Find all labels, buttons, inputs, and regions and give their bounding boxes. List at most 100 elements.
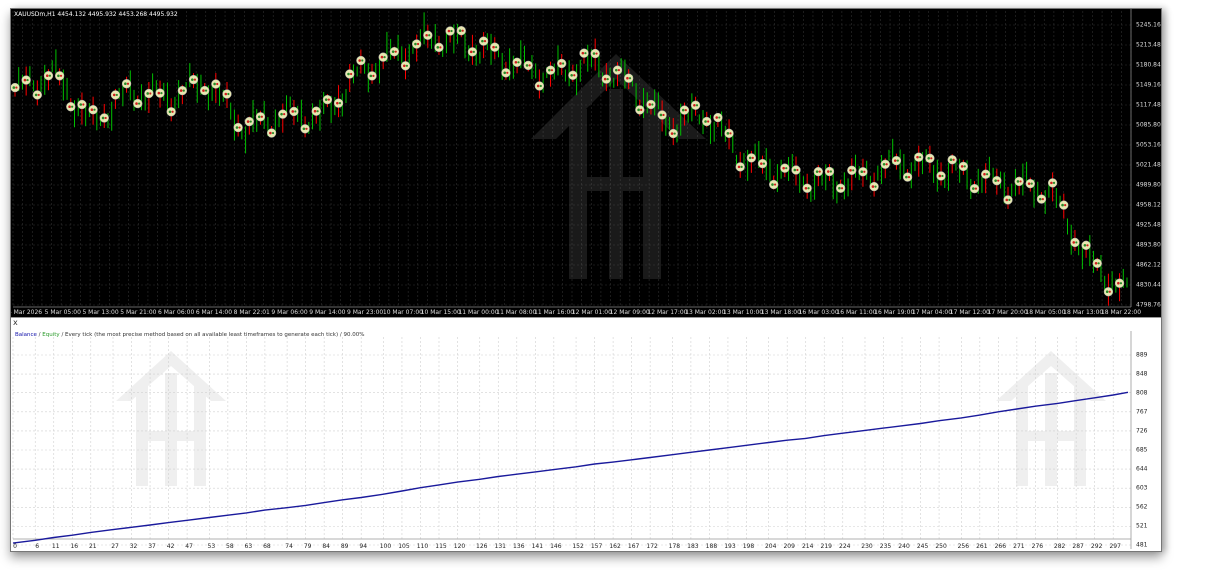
trade-marker: [981, 169, 991, 179]
trade-marker: [1047, 178, 1058, 188]
trade-marker: [992, 176, 1002, 186]
trade-marker: [77, 99, 87, 110]
trade-marker: [746, 153, 757, 163]
panel-separator[interactable]: x: [11, 317, 1161, 332]
trade-marker: [679, 105, 690, 115]
trade-marker: [657, 110, 667, 120]
time-tick-label: 5 Mar 13:00: [82, 309, 119, 316]
trade-marker: [222, 89, 232, 99]
trade-tick-label: 94: [359, 543, 368, 550]
trade-tick-label: 100: [379, 543, 392, 550]
trade-tick-label: 266: [994, 543, 1007, 550]
trade-tick-label: 214: [801, 543, 814, 550]
trade-marker: [345, 69, 355, 79]
price-tick-label: 4830.440: [1136, 281, 1161, 289]
trade-marker: [1003, 195, 1013, 205]
trade-marker: [200, 85, 210, 96]
trade-marker: [1114, 278, 1125, 288]
trade-tick-label: 209: [783, 543, 795, 550]
trade-tick-label: 74: [285, 543, 293, 550]
time-tick-label: 9 Mar 14:00: [309, 309, 346, 316]
trade-tick-label: 89: [340, 543, 349, 550]
trade-marker: [791, 165, 801, 175]
trade-marker: [802, 183, 812, 193]
trade-tick-label: 58: [226, 543, 234, 550]
trade-tick-label: 188: [705, 543, 718, 550]
trade-tick-label: 37: [148, 543, 156, 550]
time-tick-label: 4 Mar 2026: [11, 309, 43, 316]
trade-marker: [456, 26, 466, 36]
trade-tick-label: 42: [166, 543, 175, 550]
price-tick-label: 5180.840: [1136, 61, 1161, 69]
price-tick-label: 5117.480: [1136, 101, 1161, 109]
trade-marker: [668, 128, 678, 139]
trade-marker: [88, 105, 98, 115]
trade-tick-label: 63: [244, 543, 253, 550]
balance-tick-label: 644: [1136, 465, 1148, 473]
trade-marker: [155, 88, 165, 98]
trade-tick-label: 27: [111, 543, 119, 550]
trade-marker: [724, 128, 734, 138]
trade-tick-label: 105: [398, 543, 410, 550]
trade-tick-label: 16: [70, 543, 79, 550]
trade-marker: [322, 95, 333, 105]
time-tick-label: 5 Mar 21:00: [120, 309, 157, 316]
time-tick-label: 11 Mar 16:00: [534, 309, 575, 316]
trade-marker: [936, 171, 946, 181]
trade-marker: [1092, 258, 1102, 268]
time-tick-label: 12 Mar 09:00: [609, 309, 650, 316]
trade-tick-label: 21: [88, 543, 97, 550]
trade-marker: [244, 116, 254, 127]
trade-marker: [467, 47, 478, 57]
trade-marker: [568, 70, 578, 80]
trade-tick-label: 193: [724, 543, 736, 550]
legend-balance: Balance: [15, 332, 37, 338]
trade-marker: [813, 166, 823, 177]
time-tick-label: 9 Mar 06:00: [271, 309, 308, 316]
trade-tick-label: 172: [646, 543, 658, 550]
symbol-info: XAUUSDm,H1 4454.132 4495.932 4453.268 44…: [14, 11, 178, 18]
trade-marker: [166, 107, 176, 117]
time-tick-label: 11 Mar 08:00: [496, 309, 537, 316]
time-tick-label: 17 Mar 20:00: [987, 309, 1028, 316]
time-tick-label: 18 Mar 22:00: [1100, 309, 1142, 316]
trade-marker: [623, 73, 634, 83]
balance-tick-label: 767: [1136, 408, 1148, 416]
trade-marker: [958, 161, 969, 172]
time-tick-label: 16 Mar 11:00: [836, 309, 877, 316]
trade-tick-label: 162: [609, 543, 621, 550]
trade-marker: [356, 55, 366, 66]
time-tick-label: 13 Mar 10:00: [723, 309, 764, 316]
trade-marker: [512, 57, 522, 67]
trade-tick-label: 126: [476, 543, 488, 550]
trade-marker: [278, 109, 288, 119]
trade-marker: [880, 159, 890, 169]
trade-marker: [601, 74, 611, 84]
time-tick-label: 18 Mar 05:00: [1025, 309, 1066, 316]
trade-tick-label: 157: [590, 543, 603, 550]
trade-marker: [300, 124, 310, 134]
price-chart[interactable]: XAUUSDm,H1 4454.132 4495.932 4453.268 44…: [11, 9, 1161, 317]
trade-marker: [635, 105, 645, 115]
balance-tick-label: 808: [1136, 389, 1148, 397]
close-icon[interactable]: x: [13, 318, 18, 328]
trade-marker: [490, 42, 500, 52]
trade-tick-label: 230: [861, 543, 873, 550]
price-tick-label: 5213.480: [1136, 41, 1161, 49]
chart-legend: Balance / Equity / Every tick (the most …: [15, 332, 364, 338]
price-tick-label: 4989.800: [1136, 181, 1161, 189]
time-tick-label: 6 Mar 06:00: [158, 309, 195, 316]
trade-tick-label: 282: [1053, 543, 1066, 550]
time-tick-label: 16 Mar 03:00: [798, 309, 839, 316]
trade-marker: [144, 88, 154, 99]
trade-marker: [501, 68, 511, 78]
trade-marker: [266, 128, 277, 138]
balance-equity-chart[interactable]: Balance / Equity / Every tick (the most …: [11, 331, 1161, 551]
trade-marker: [835, 183, 846, 193]
trade-marker: [612, 65, 623, 75]
trade-tick-label: 32: [129, 543, 138, 550]
trade-marker: [32, 90, 42, 100]
trade-tick-label: 152: [572, 543, 584, 550]
balance-tick-label: 848: [1136, 370, 1148, 378]
price-chart-canvas[interactable]: [11, 9, 1161, 317]
